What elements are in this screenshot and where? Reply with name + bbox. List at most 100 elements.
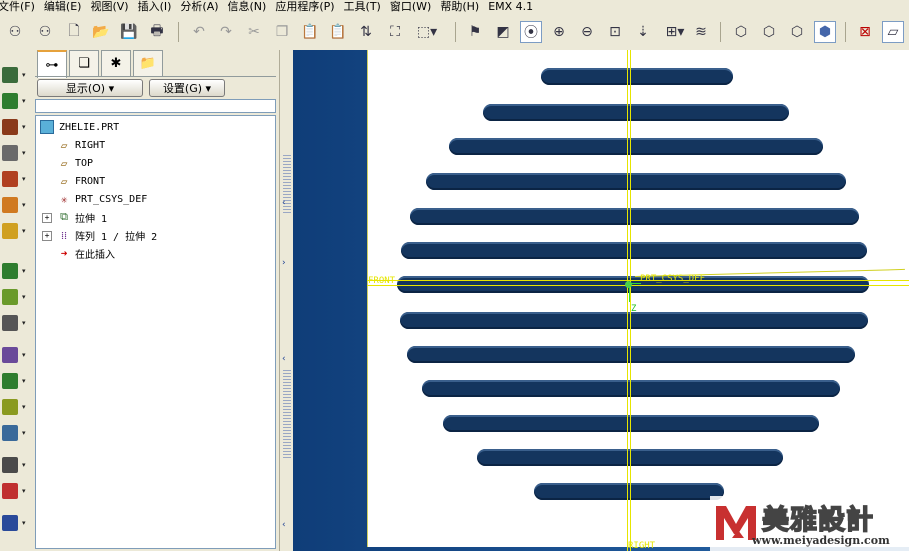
panel-splitter[interactable]: ‹ › ‹ ‹ <box>279 50 294 551</box>
slot <box>407 346 855 363</box>
slot <box>426 173 846 190</box>
warp-icon[interactable]: ▾ <box>2 512 30 534</box>
expand-pattern-icon[interactable]: + <box>42 231 52 241</box>
refit-icon[interactable]: ⊡ <box>604 21 626 43</box>
collapse-chevron-icon[interactable]: ‹ <box>282 354 286 364</box>
session-icon[interactable]: ⚇ <box>4 21 26 43</box>
model-tree-tab[interactable]: ⊶ <box>37 50 67 78</box>
regenerate-icon[interactable]: ⇅ <box>355 21 377 43</box>
menu-emx[interactable]: EMX 4.1 <box>488 0 542 14</box>
tree-item-top[interactable]: ▱ TOP <box>58 155 93 171</box>
slot <box>483 104 789 121</box>
selection-filter-icon[interactable]: ⬚▾ <box>411 21 443 43</box>
menu-analysis[interactable]: 分析(A) <box>180 0 227 14</box>
pan-icon[interactable]: ⦿ <box>520 21 542 43</box>
menu-info[interactable]: 信息(N) <box>228 0 276 14</box>
mirror-icon[interactable]: ▾ <box>2 344 30 366</box>
layer-tab[interactable]: ❏ <box>69 50 99 76</box>
thicken-icon[interactable]: ▾ <box>2 454 30 476</box>
datum-planes-icon[interactable]: ▱ <box>882 21 904 43</box>
menu-tools[interactable]: 工具(T) <box>344 0 390 14</box>
trim-icon[interactable]: ▾ <box>2 396 30 418</box>
paste-special-icon[interactable]: 📋 <box>327 21 349 43</box>
splitter-grip[interactable] <box>283 370 291 460</box>
undo-icon[interactable]: ↶ <box>188 21 210 43</box>
print-icon[interactable]: 🖶 <box>146 21 168 43</box>
folder-tab[interactable]: 📁 <box>133 50 163 76</box>
reorient-icon[interactable]: ⇣ <box>632 21 654 43</box>
insert-arrow-icon: ➜ <box>60 246 68 260</box>
round-icon[interactable]: ▾ <box>2 220 30 242</box>
layers-icon[interactable]: ≋ <box>690 21 712 43</box>
hole-icon[interactable]: ▾ <box>2 116 30 138</box>
cut-icon[interactable]: ✂ <box>243 21 265 43</box>
rib-icon[interactable]: ▾ <box>2 168 30 190</box>
expand-chevron-icon[interactable]: › <box>282 258 286 268</box>
toolbar-divider <box>720 22 721 42</box>
menu-edit[interactable]: 编辑(E) <box>44 0 91 14</box>
new-feature-icon[interactable]: ▾ <box>2 64 30 86</box>
save-icon[interactable]: 💾 <box>118 21 140 43</box>
display-style-icon[interactable]: ⚑ <box>464 21 486 43</box>
menu-bar: 文件(F) 编辑(E) 视图(V) 插入(I) 分析(A) 信息(N) 应用程序… <box>0 0 909 14</box>
extrude-feature-icon: ⧉ <box>60 210 68 223</box>
collapse-chevron-icon[interactable]: ‹ <box>282 520 286 530</box>
pattern-icon[interactable]: ▾ <box>2 312 30 334</box>
zoom-in-icon[interactable]: ⊕ <box>548 21 570 43</box>
menu-applications[interactable]: 应用程序(P) <box>275 0 343 14</box>
offset-icon[interactable]: ▾ <box>2 422 30 444</box>
right-datum-line <box>630 50 631 551</box>
tree-item-front[interactable]: ▱ FRONT <box>58 173 105 189</box>
datum-display-icon[interactable]: ⊠ <box>854 21 876 43</box>
tree-item-insert-here[interactable]: ➜ 在此插入 <box>58 245 115 261</box>
draft-icon[interactable]: ▾ <box>2 194 30 216</box>
copy-icon[interactable]: ❐ <box>271 21 293 43</box>
solidify-icon[interactable]: ▾ <box>2 480 30 502</box>
menu-window[interactable]: 窗口(W) <box>390 0 440 14</box>
menu-insert[interactable]: 插入(I) <box>138 0 181 14</box>
redo-icon[interactable]: ↷ <box>215 21 237 43</box>
no-hidden-icon[interactable]: ⬡ <box>786 21 808 43</box>
tree-root[interactable]: ZHELIE.PRT <box>40 119 119 135</box>
saved-views-icon[interactable]: ⊞▾ <box>660 21 690 43</box>
toolbar-divider <box>178 22 179 42</box>
graphics-window[interactable]: FRONT PRT_CSYS_DEF Z RIGHT <box>293 50 909 551</box>
menu-view[interactable]: 视图(V) <box>90 0 137 14</box>
tree-item-pattern-1[interactable]: ⁞⁞ 阵列 1 / 拉伸 2 <box>58 227 157 243</box>
tree-item-csys[interactable]: ✳ PRT_CSYS_DEF <box>58 191 148 207</box>
front-datum-line <box>367 280 909 281</box>
front-datum-line <box>367 285 909 286</box>
paste-icon[interactable]: 📋 <box>299 21 321 43</box>
new-file-icon[interactable]: 🗋 <box>63 21 85 43</box>
expand-extrude-icon[interactable]: + <box>42 213 52 223</box>
blend-icon[interactable]: ▾ <box>2 286 30 308</box>
model-icon[interactable]: ⚇ <box>34 21 56 43</box>
show-dropdown[interactable]: 显示(O) ▾ <box>37 79 143 97</box>
datum-plane-icon: ▱ <box>60 138 68 152</box>
collapse-chevron-icon[interactable]: ‹ <box>282 198 286 208</box>
favorites-tab[interactable]: ✱ <box>101 50 131 76</box>
extrude-icon[interactable]: ▾ <box>2 90 30 112</box>
open-folder-icon[interactable]: 📂 <box>90 21 112 43</box>
menu-file[interactable]: 文件(F) <box>0 0 44 14</box>
main-toolbar: ⚇ ⚇ 🗋 📂 💾 🖶 ↶ ↷ ✂ ❐ 📋 📋 ⇅ ⛶ ⬚▾ ⚑ ◩ ⦿ ⊕ ⊖… <box>0 14 909 51</box>
zoom-out-icon[interactable]: ⊖ <box>576 21 598 43</box>
sketch-view-icon[interactable]: ◩ <box>492 21 514 43</box>
tree-item-extrude-1[interactable]: ⧉ 拉伸 1 <box>58 209 107 225</box>
find-icon[interactable]: ⛶ <box>384 21 406 43</box>
front-datum-label: FRONT <box>368 276 396 286</box>
hidden-line-icon[interactable]: ⬡ <box>758 21 780 43</box>
favorites-icon: ✱ <box>110 56 122 71</box>
merge-icon[interactable]: ▾ <box>2 370 30 392</box>
tree-item-right[interactable]: ▱ RIGHT <box>58 137 105 153</box>
menu-help[interactable]: 帮助(H) <box>440 0 488 14</box>
shell-icon[interactable]: ▾ <box>2 142 30 164</box>
settings-dropdown[interactable]: 设置(G) ▾ <box>149 79 225 97</box>
tree-item-label: FRONT <box>75 175 106 187</box>
wireframe-icon[interactable]: ⬡ <box>730 21 752 43</box>
slot <box>410 208 859 225</box>
csys-origin <box>625 281 632 288</box>
shading-icon[interactable]: ⬢ <box>814 21 836 43</box>
slot <box>541 68 733 85</box>
sweep-icon[interactable]: ▾ <box>2 260 30 282</box>
